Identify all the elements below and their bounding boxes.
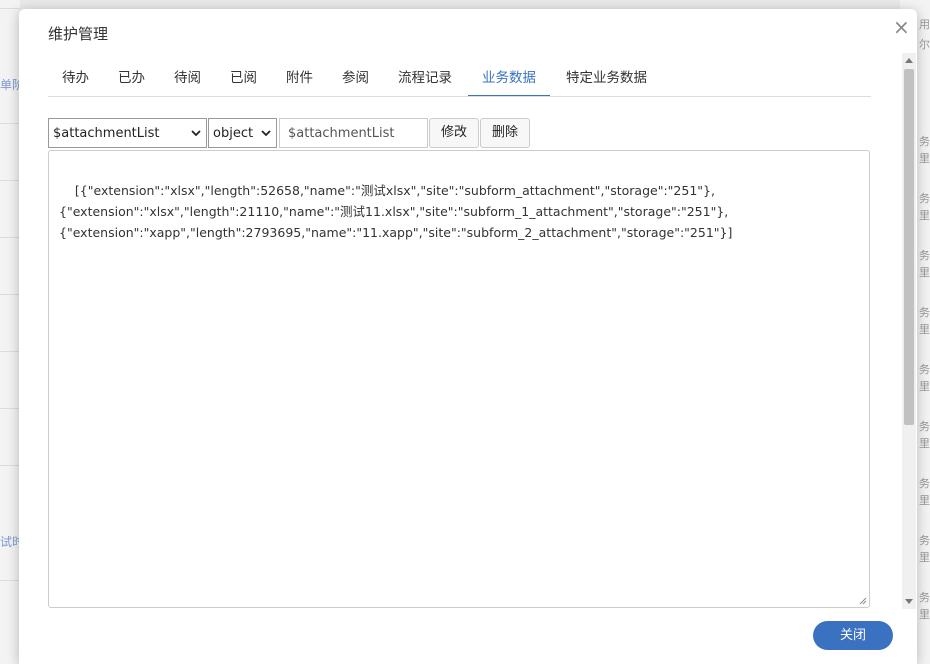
tab-references[interactable]: 参阅 (342, 67, 369, 95)
background-label: 里 (919, 437, 930, 450)
type-select-value: object (213, 125, 254, 141)
divider (0, 465, 20, 466)
divider (0, 294, 20, 295)
background-label: 里 (919, 494, 930, 507)
tab-process-log[interactable]: 流程记录 (398, 67, 452, 95)
tab-read[interactable]: 已阅 (230, 67, 257, 95)
tab-todo[interactable]: 待办 (62, 67, 89, 95)
background-label: 里 (919, 152, 930, 165)
background-label: 里 (919, 380, 930, 393)
scroll-down-icon[interactable] (905, 599, 913, 604)
background-label: 务 (919, 306, 930, 319)
close-button[interactable]: 关闭 (813, 621, 893, 650)
tab-to-read[interactable]: 待阅 (174, 67, 201, 95)
background-label: 用 (919, 18, 930, 31)
dialog-title: 维护管理 (48, 25, 109, 43)
background-label: 里 (919, 551, 930, 564)
background-label: 里 (919, 608, 930, 621)
tab-business-data[interactable]: 业务数据 (468, 67, 550, 96)
tab-bar: 待办 已办 待阅 已阅 附件 参阅 流程记录 业务数据 特定业务数据 (48, 67, 871, 97)
background-left-panel: 单阶 试时 (0, 0, 24, 664)
background-label: 务 (919, 420, 930, 433)
type-select[interactable]: object (208, 118, 277, 148)
background-label: 务 (919, 534, 930, 547)
scroll-thumb[interactable] (904, 69, 914, 425)
background-label: 尔 (919, 38, 930, 51)
background-label: 里 (919, 323, 930, 336)
background-label: 务 (919, 363, 930, 376)
data-editor[interactable]: [{"extension":"xlsx","length":52658,"nam… (48, 150, 870, 608)
variable-select-value: $attachmentList (53, 125, 160, 141)
divider (0, 123, 20, 124)
divider (0, 8, 20, 9)
delete-button[interactable]: 删除 (480, 118, 530, 148)
divider (0, 408, 20, 409)
modify-button[interactable]: 修改 (429, 118, 479, 148)
tab-done[interactable]: 已办 (118, 67, 145, 95)
divider (0, 351, 20, 352)
scroll-up-icon[interactable] (905, 58, 913, 63)
tab-attachments[interactable]: 附件 (286, 67, 313, 95)
background-label: 务 (919, 192, 930, 205)
background-label: 务 (919, 477, 930, 490)
background-label: 里 (919, 209, 930, 222)
chevron-down-icon (191, 130, 201, 137)
background-label: 务 (919, 249, 930, 262)
resize-handle-icon[interactable] (859, 597, 867, 605)
close-icon[interactable]: × (893, 17, 910, 37)
divider (0, 180, 20, 181)
data-editor-content: [{"extension":"xlsx","length":52658,"nam… (59, 183, 733, 240)
scrollbar[interactable] (902, 53, 916, 609)
variable-name-input[interactable] (279, 118, 428, 148)
background-label: 务 (919, 591, 930, 604)
variable-select[interactable]: $attachmentList (48, 118, 207, 148)
background-label: 务 (919, 135, 930, 148)
maintenance-dialog: 维护管理 × 待办 已办 待阅 已阅 附件 参阅 流程记录 业务数据 特定业务数… (19, 9, 917, 664)
tab-specific-business-data[interactable]: 特定业务数据 (566, 67, 647, 95)
divider (0, 580, 20, 581)
background-label: 里 (919, 266, 930, 279)
divider (0, 237, 20, 238)
chevron-down-icon (261, 130, 271, 137)
